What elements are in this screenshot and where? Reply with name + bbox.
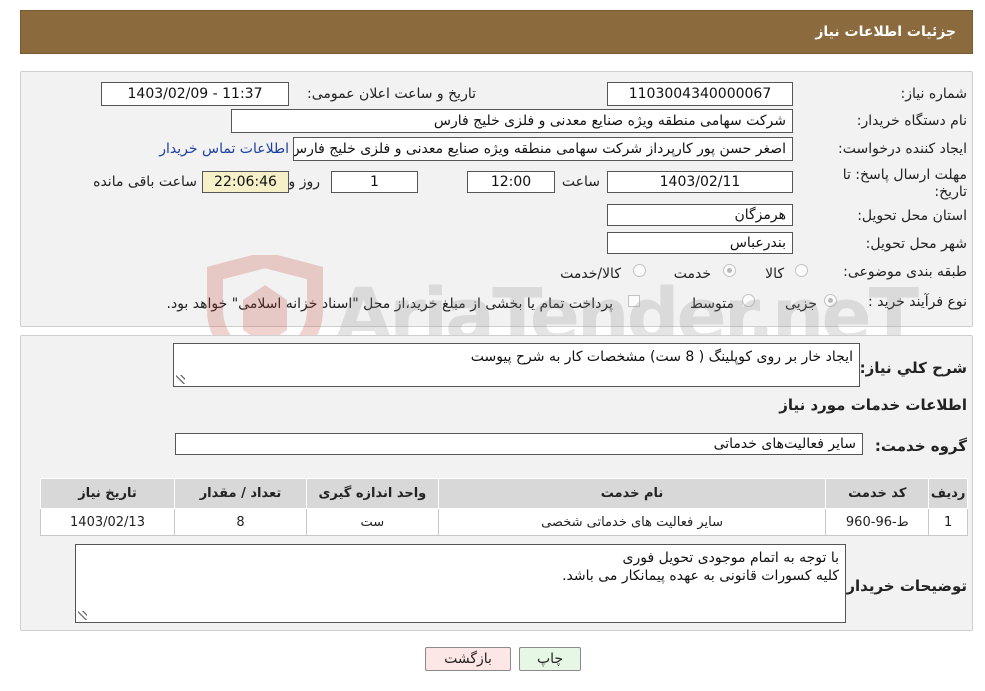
need-number-label: شماره نیاز: bbox=[900, 86, 968, 102]
treasury-payment-note: پرداخت تمام یا بخشی از مبلغ خرید،از محل … bbox=[166, 296, 613, 312]
services-table: ردیف کد خدمت نام خدمت واحد اندازه گیری ت… bbox=[40, 478, 968, 536]
announce-field: 1403/02/09 - 11:37 bbox=[101, 82, 289, 106]
requester-field: اصغر حسن پور کارپرداز شرکت سهامی منطقه و… bbox=[293, 137, 793, 161]
buyer-org-field: شرکت سهامی منطقه ویژه صنایع معدنی و فلزی… bbox=[231, 109, 793, 133]
city-label: شهر محل تحویل: bbox=[865, 236, 967, 252]
treasury-payment-checkbox[interactable] bbox=[628, 295, 640, 307]
buyer-notes-textarea[interactable]: با توجه به اتمام موجودی تحویل فوری کلیه … bbox=[75, 544, 846, 623]
buyer-notes-line1: با توجه به اتمام موجودی تحویل فوری bbox=[622, 550, 840, 566]
province-field: هرمزگان bbox=[607, 204, 793, 226]
process-medium-label: متوسط bbox=[690, 296, 734, 312]
category-goods-label: کالا bbox=[765, 266, 784, 282]
city-field: بندرعباس bbox=[607, 232, 793, 254]
process-minor-radio[interactable] bbox=[824, 294, 837, 307]
resize-handle-icon[interactable] bbox=[176, 375, 185, 384]
resize-handle-icon[interactable] bbox=[78, 611, 87, 620]
deadline-time-field: 12:00 bbox=[467, 171, 555, 193]
category-service-radio[interactable] bbox=[723, 264, 736, 277]
cell-need-date: 1403/02/13 bbox=[40, 508, 175, 536]
category-goods-service-label: کالا/خدمت bbox=[560, 266, 621, 282]
col-header-service-name: نام خدمت bbox=[437, 478, 827, 509]
need-number-field: 1103004340000067 bbox=[607, 82, 793, 106]
category-service-label: خدمت bbox=[673, 266, 711, 282]
deadline-date-field: 1403/02/11 bbox=[607, 171, 793, 193]
deadline-label-line1: مهلت ارسال پاسخ: تا bbox=[842, 167, 967, 183]
back-button[interactable]: بازگشت bbox=[425, 647, 511, 671]
process-medium-radio[interactable] bbox=[742, 294, 755, 307]
cell-service-name: سایر فعالیت های خدماتی شخصی bbox=[437, 508, 827, 536]
summary-text: ایجاد خار بر روی کوپلینگ ( 8 ست) مشخصات … bbox=[470, 349, 853, 365]
buyer-org-label: نام دستگاه خریدار: bbox=[856, 113, 967, 129]
col-header-row-number: ردیف bbox=[928, 478, 968, 509]
category-goods-radio[interactable] bbox=[795, 264, 808, 277]
remaining-label: ساعت باقی مانده bbox=[93, 174, 197, 190]
buyer-notes-label: توضیحات خریدار: bbox=[840, 577, 967, 595]
deadline-label-line2: تاریخ: bbox=[934, 184, 967, 200]
print-button[interactable]: چاپ bbox=[519, 647, 581, 671]
days-label: روز و bbox=[288, 174, 321, 190]
province-label: استان محل تحویل: bbox=[857, 208, 967, 224]
services-section-title: اطلاعات خدمات مورد نیاز bbox=[779, 396, 967, 414]
process-type-label: نوع فرآیند خرید : bbox=[868, 294, 967, 310]
cell-quantity: 8 bbox=[174, 508, 307, 536]
category-label: طبقه بندی موضوعی: bbox=[843, 264, 967, 280]
announce-label: تاریخ و ساعت اعلان عمومی: bbox=[307, 86, 476, 102]
col-header-unit: واحد اندازه گیری bbox=[305, 478, 439, 509]
requester-label: ایجاد کننده درخواست: bbox=[838, 141, 967, 157]
category-goods-service-radio[interactable] bbox=[633, 264, 646, 277]
summary-textarea[interactable]: ایجاد خار بر روی کوپلینگ ( 8 ست) مشخصات … bbox=[173, 343, 860, 387]
summary-label: شرح کلي نياز: bbox=[859, 359, 967, 377]
cell-service-code: ط-96-960 bbox=[825, 508, 930, 536]
cell-row-number: 1 bbox=[928, 508, 968, 536]
remaining-time-field: 22:06:46 bbox=[202, 171, 289, 193]
page-header: جزئیات اطلاعات نیاز bbox=[20, 10, 973, 54]
service-group-field: سایر فعالیت‌های خدماتی bbox=[175, 433, 863, 455]
service-group-label: گروه خدمت: bbox=[874, 437, 967, 455]
page-title: جزئیات اطلاعات نیاز bbox=[815, 24, 956, 40]
col-header-need-date: تاریخ نیاز bbox=[40, 478, 175, 509]
table-header-row: ردیف کد خدمت نام خدمت واحد اندازه گیری ت… bbox=[40, 478, 968, 509]
col-header-service-code: کد خدمت bbox=[825, 478, 930, 509]
buyer-notes-line2: کلیه کسورات قانونی به عهده پیمانکار می ب… bbox=[562, 568, 839, 584]
days-field: 1 bbox=[331, 171, 418, 193]
deadline-time-label: ساعت bbox=[561, 174, 600, 190]
process-minor-label: جزیی bbox=[785, 296, 817, 312]
table-row: 1 ط-96-960 سایر فعالیت های خدماتی شخصی س… bbox=[40, 508, 968, 536]
col-header-quantity: تعداد / مقدار bbox=[174, 478, 307, 509]
buyer-contact-link[interactable]: اطلاعات تماس خریدار bbox=[159, 141, 289, 157]
cell-unit: ست bbox=[305, 508, 439, 536]
